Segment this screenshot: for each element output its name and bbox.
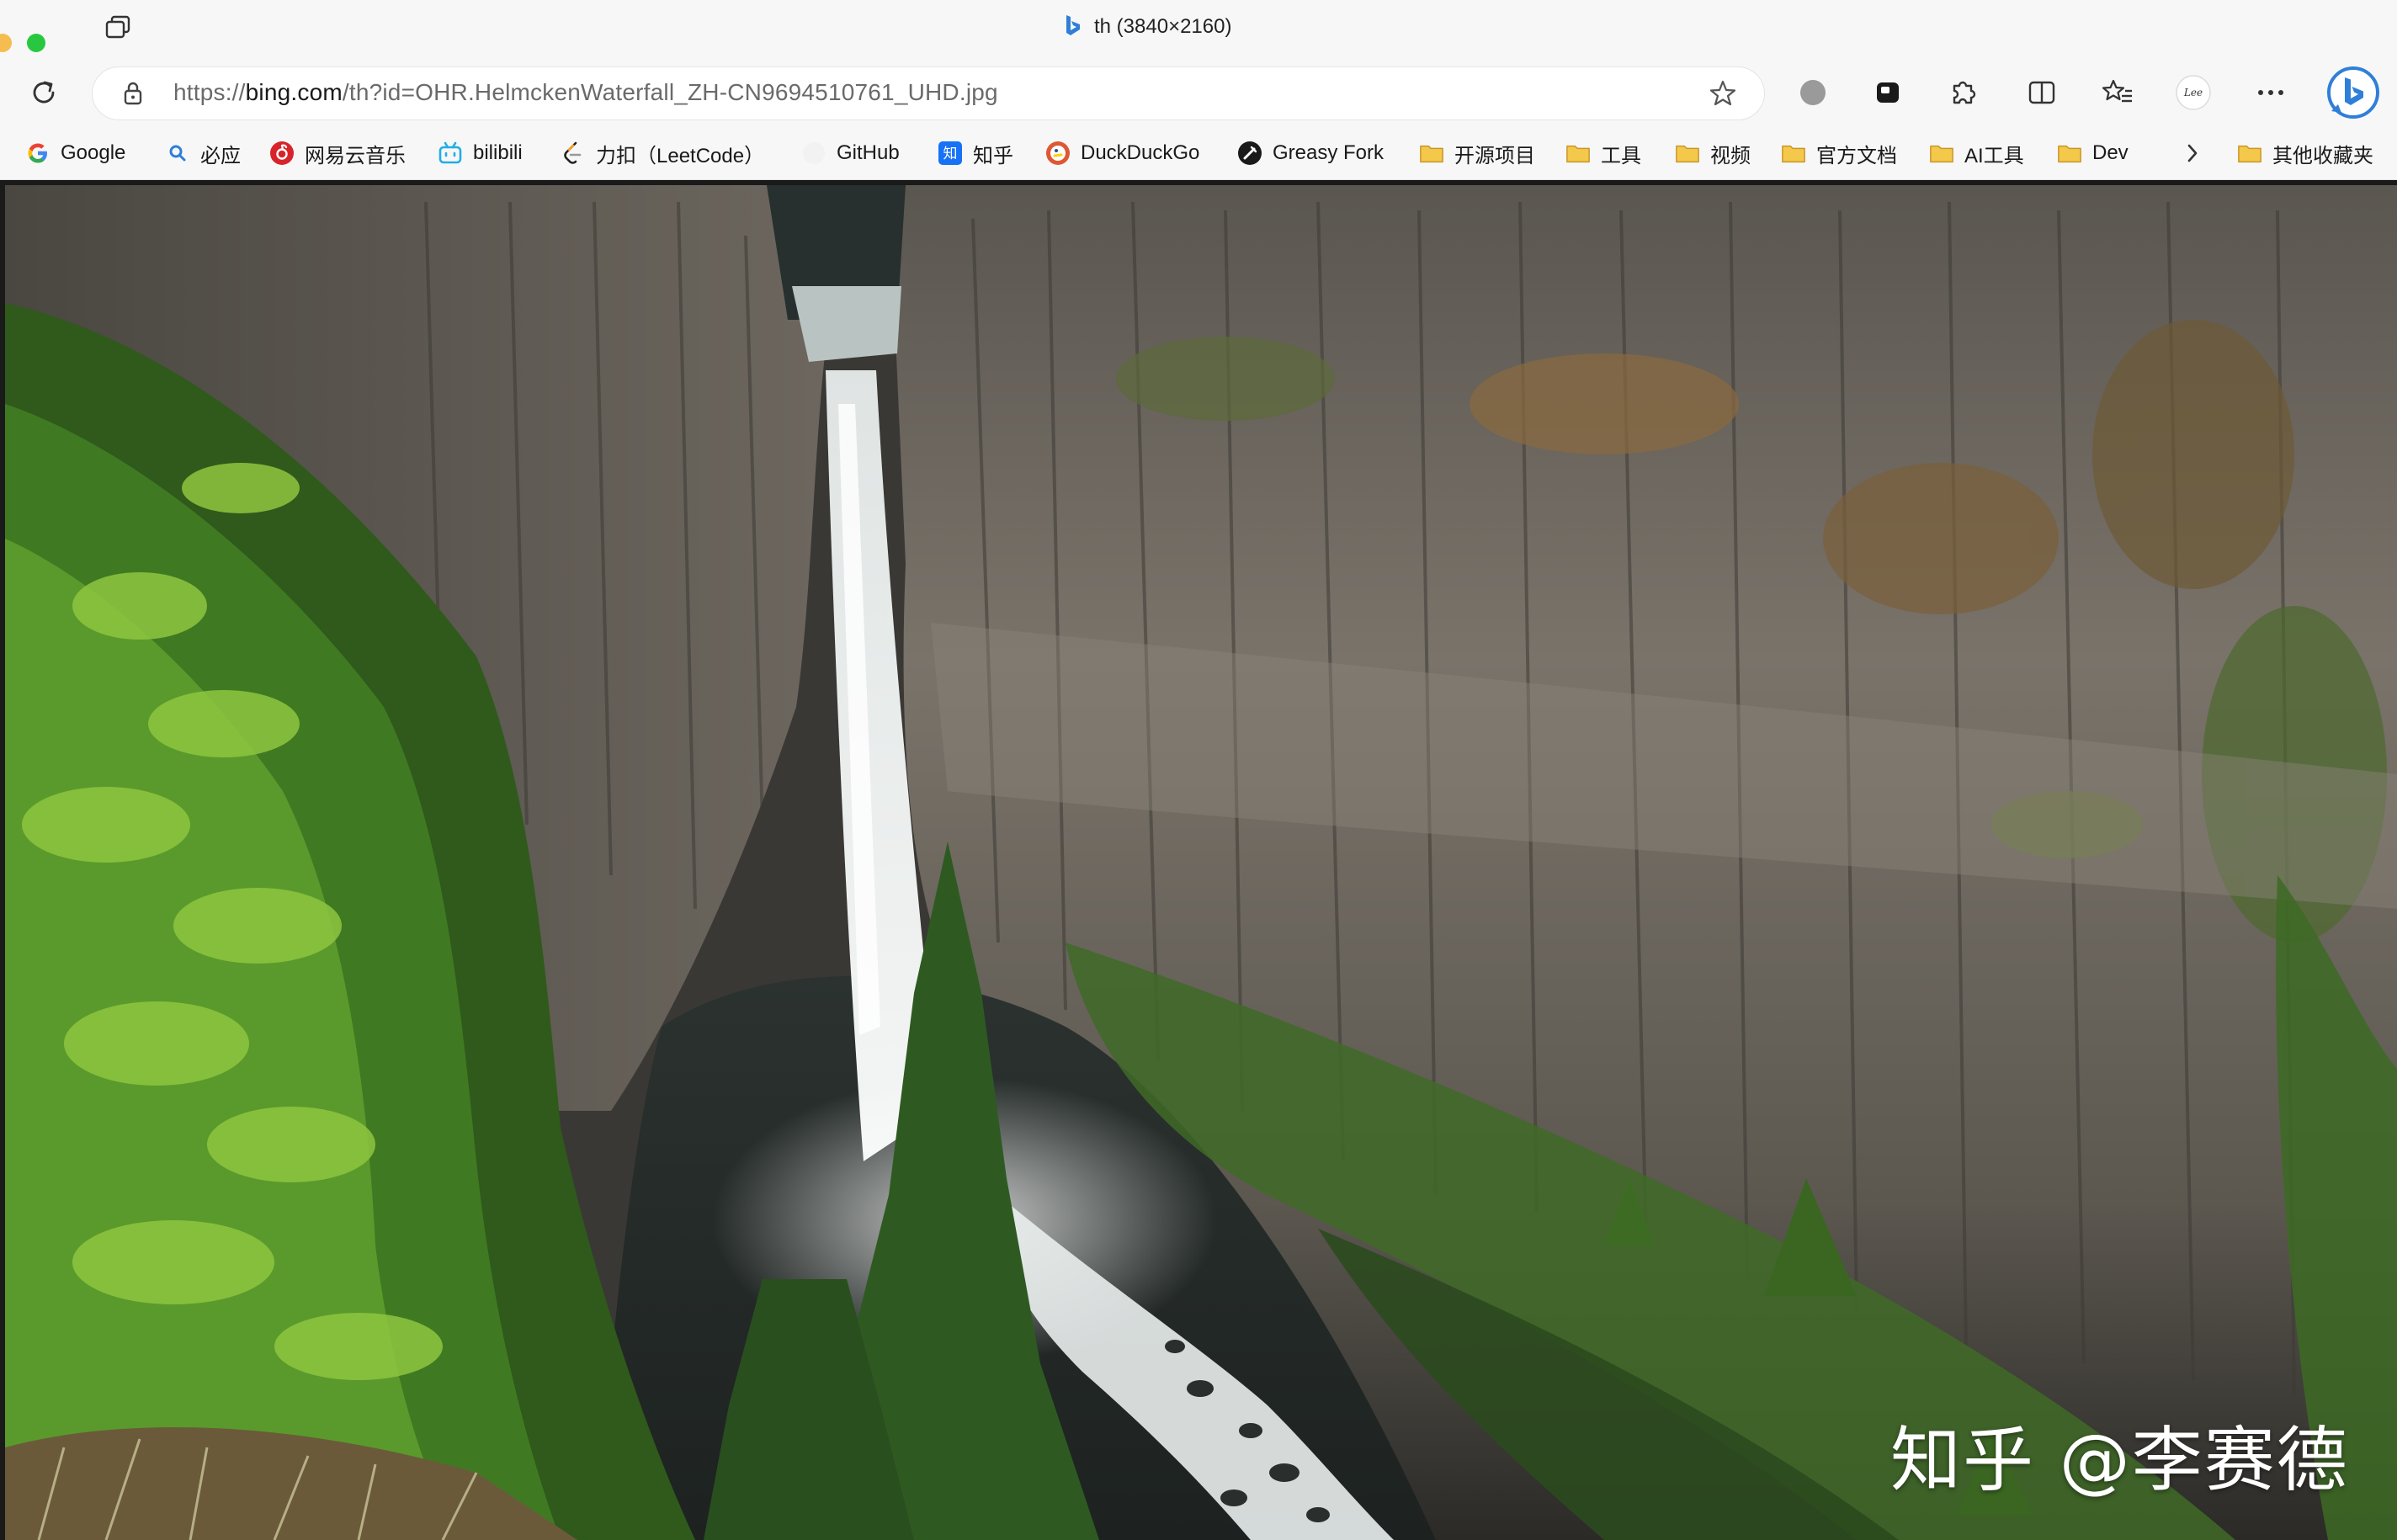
bookmark-label: 官方文档	[1816, 144, 1897, 167]
bookmark-duckduckgo[interactable]: DuckDuckGo	[1045, 135, 1199, 172]
lock-icon[interactable]	[121, 81, 145, 109]
bookmark-label: 开源项目	[1454, 144, 1535, 167]
browser-window: th (3840×2160) https://bing.com/th?id=OH…	[0, 0, 2397, 1540]
bookmark-label: Dev	[2092, 141, 2129, 164]
bookmark-greasyfork[interactable]: Greasy Fork	[1237, 135, 1384, 172]
waterfall-photo-illustration	[5, 185, 2397, 1540]
bookmark-label: 知乎	[973, 144, 1013, 167]
duckduckgo-icon	[1045, 141, 1071, 166]
bookmarks-bar: Google 必应 网易云音乐 bilibili 力扣（LeetCode） Gi…	[0, 126, 2397, 180]
leetcode-icon	[561, 141, 586, 166]
bookmark-zhihu[interactable]: 知 知乎	[938, 135, 1013, 172]
folder-icon	[1565, 141, 1591, 166]
page-content: 知乎 @李赛德	[0, 180, 2397, 1540]
greasyfork-icon	[1237, 141, 1262, 166]
bookmark-label: 工具	[1601, 144, 1641, 167]
bookmark-folder-dev[interactable]: Dev	[2057, 135, 2129, 172]
bookmark-label: Greasy Fork	[1273, 141, 1385, 164]
split-screen-icon[interactable]	[2023, 74, 2060, 111]
window-title: th (3840×2160)	[1064, 12, 1231, 42]
bookmark-leetcode[interactable]: 力扣（LeetCode）	[561, 135, 764, 172]
extensions-puzzle-icon[interactable]	[1944, 74, 1981, 111]
folder-icon	[2057, 141, 2082, 166]
bookmark-label: Google	[61, 141, 126, 164]
favorite-star-icon[interactable]	[1709, 79, 1737, 111]
bookmark-folder-tools[interactable]: 工具	[1565, 135, 1641, 172]
bookmarks-overflow-button[interactable]	[2180, 135, 2205, 172]
bing-copilot-icon[interactable]	[2326, 66, 2380, 119]
profile-label: Lee	[2183, 87, 2203, 98]
reload-icon[interactable]	[25, 74, 62, 111]
bookmark-folder-ai-tools[interactable]: AI工具	[1929, 135, 2024, 172]
tab-actions-icon[interactable]	[103, 15, 133, 40]
bookmark-google[interactable]: Google	[25, 135, 125, 172]
zhihu-watermark: 知乎 @李赛德	[1890, 1419, 2349, 1501]
search-icon	[165, 141, 190, 166]
google-icon	[25, 141, 50, 166]
bookmark-label: DuckDuckGo	[1081, 141, 1200, 164]
bookmark-bing[interactable]: 必应	[165, 135, 241, 172]
bookmark-label: 力扣（LeetCode）	[596, 144, 765, 167]
bookmark-bilibili[interactable]: bilibili	[438, 135, 523, 172]
waterfall-image: 知乎 @李赛德	[5, 185, 2397, 1540]
url-path: /th?id=OHR.HelmckenWaterfall_ZH-CN969451…	[342, 79, 998, 105]
url-host: bing.com	[245, 79, 343, 105]
bookmark-label: 其他收藏夹	[2272, 144, 2373, 167]
toolbar: https://bing.com/th?id=OHR.HelmckenWater…	[0, 59, 2397, 170]
url-text[interactable]: https://bing.com/th?id=OHR.HelmckenWater…	[173, 79, 998, 106]
bing-favicon-icon	[1064, 13, 1082, 40]
favorites-icon[interactable]	[2099, 74, 2136, 111]
page-title: th (3840×2160)	[1094, 15, 1232, 38]
bookmark-netease-music[interactable]: 网易云音乐	[269, 135, 406, 172]
address-bar[interactable]: https://bing.com/th?id=OHR.HelmckenWater…	[93, 67, 1764, 119]
minimize-button[interactable]	[0, 34, 12, 52]
folder-icon	[1781, 141, 1806, 166]
zhihu-icon: 知	[938, 141, 963, 166]
profile-avatar[interactable]: Lee	[2175, 74, 2212, 111]
more-menu-icon[interactable]	[2252, 74, 2289, 111]
github-icon	[801, 141, 826, 166]
netease-music-icon	[269, 141, 295, 166]
folder-icon	[1675, 141, 1700, 166]
bilibili-icon	[438, 141, 463, 166]
url-scheme: https://	[173, 79, 246, 105]
bookmark-folder-other[interactable]: 其他收藏夹	[2237, 135, 2373, 172]
title-bar: th (3840×2160)	[0, 0, 2397, 59]
bookmark-folder-opensource[interactable]: 开源项目	[1419, 135, 1535, 172]
folder-icon	[2237, 141, 2262, 166]
bookmark-label: AI工具	[1964, 144, 2024, 167]
bookmark-label: 网易云音乐	[305, 144, 406, 167]
zoom-button[interactable]	[27, 34, 45, 52]
bookmark-label: bilibili	[473, 141, 523, 164]
folder-icon	[1419, 141, 1444, 166]
bookmark-label: GitHub	[837, 141, 900, 164]
chevron-right-icon	[2180, 141, 2205, 166]
folder-icon	[1929, 141, 1954, 166]
svg-text:知: 知	[943, 146, 958, 162]
bookmark-github[interactable]: GitHub	[801, 135, 900, 172]
bookmark-folder-video[interactable]: 视频	[1675, 135, 1751, 172]
extension-circle-icon[interactable]	[1794, 74, 1831, 111]
bookmark-label: 必应	[200, 144, 241, 167]
extension-dark-icon[interactable]	[1870, 74, 1907, 111]
bookmark-folder-docs[interactable]: 官方文档	[1781, 135, 1897, 172]
bookmark-label: 视频	[1710, 144, 1751, 167]
